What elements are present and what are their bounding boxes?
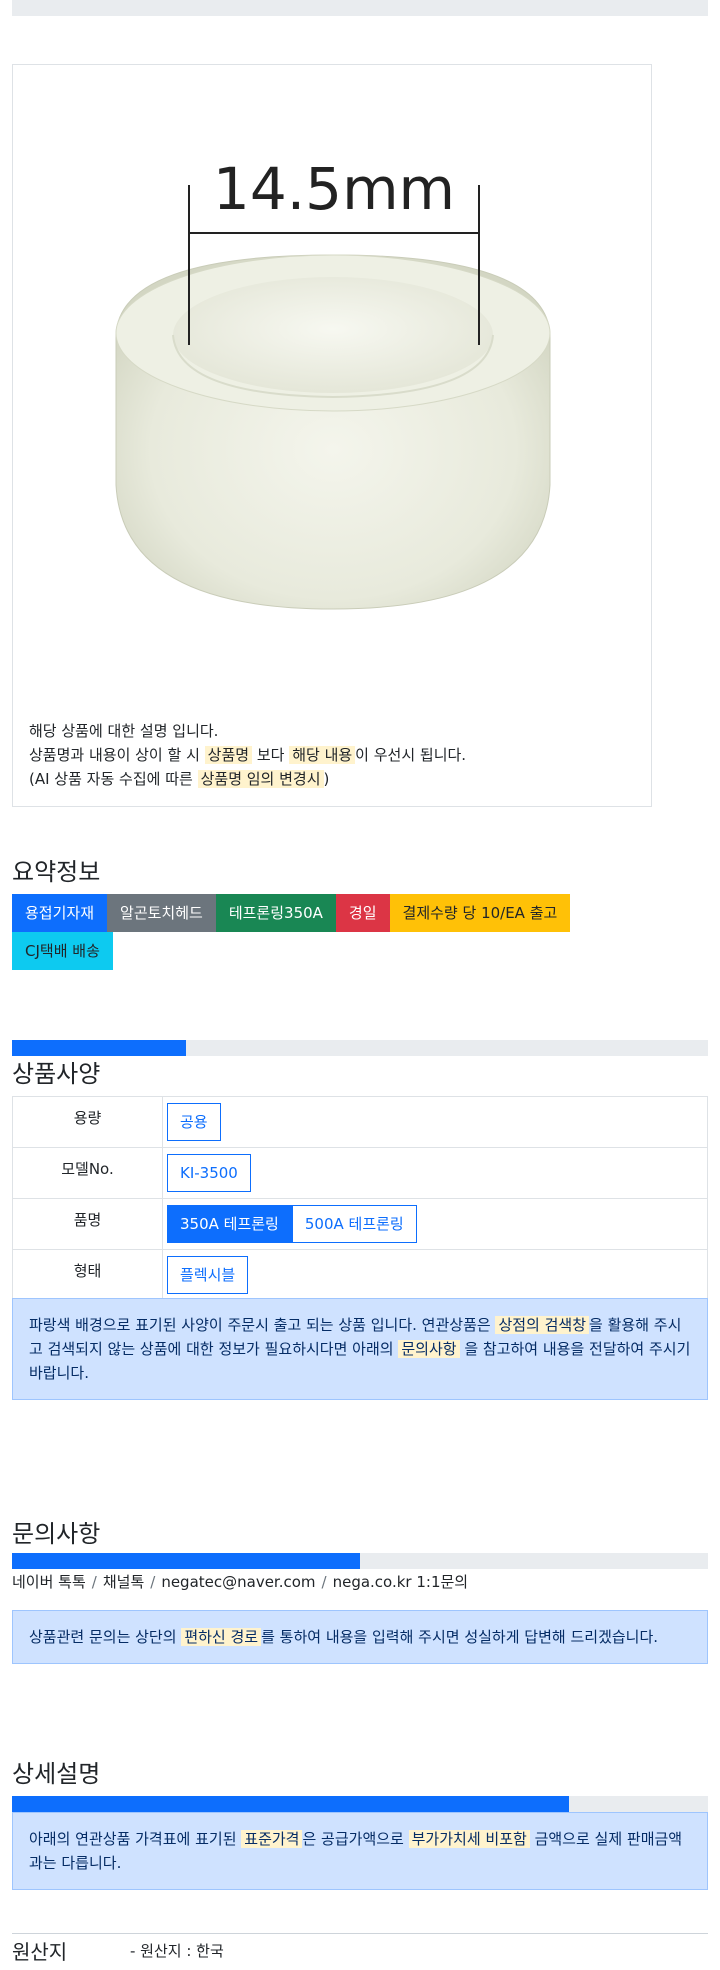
inquiry-channel-link[interactable]: negatec@naver.com: [161, 1573, 315, 1591]
detail-progress-bar: [12, 1796, 708, 1812]
spec-row: 품명 350A 테프론링 500A 테프론링: [12, 1198, 708, 1250]
origin-title: 원산지: [12, 1940, 68, 1964]
top-progress-bar: [12, 0, 708, 16]
inquiry-progress-bar: [12, 1553, 708, 1569]
description-line-2: 상품명과 내용이 상이 할 시 상품명 보다 해당 내용 이 우선시 됩니다.: [29, 746, 467, 764]
spec-row: 형태 플렉시블: [12, 1249, 708, 1301]
summary-badge: 테프론링350A: [215, 894, 336, 932]
inquiry-channel-link[interactable]: 네이버 톡톡: [12, 1573, 86, 1591]
detail-title: 상세설명: [12, 1760, 101, 1788]
spec-options: 플렉시블: [162, 1249, 708, 1301]
spec-key: 품명: [12, 1198, 163, 1250]
inquiry-title: 문의사항: [12, 1520, 101, 1548]
channel-separator: /: [150, 1573, 156, 1591]
origin-value: - 원산지 : 한국: [130, 1942, 224, 1960]
spec-options: 공용: [162, 1096, 708, 1148]
inquiry-channel-link[interactable]: 채널톡: [103, 1573, 144, 1591]
summary-badge: 경일: [335, 894, 390, 932]
description-line-3: (AI 상품 자동 수집에 따른 상품명 임의 변경시): [29, 770, 330, 788]
spec-key: 모델No.: [12, 1147, 163, 1199]
summary-badge: 결제수량 당 10/EA 출고: [389, 894, 571, 932]
spec-option-button[interactable]: 플렉시블: [167, 1256, 249, 1294]
channel-separator: /: [321, 1573, 327, 1591]
spec-row: 모델No. KI-3500: [12, 1147, 708, 1199]
dimension-label: 14.5mm: [213, 155, 455, 223]
summary-badge: 알곤토치헤드: [107, 894, 216, 932]
summary-badge: 용접기자재: [12, 894, 108, 932]
spec-options: 350A 테프론링 500A 테프론링: [162, 1198, 708, 1250]
spec-options: KI-3500: [162, 1147, 708, 1199]
channel-separator: /: [91, 1573, 97, 1591]
origin-divider: [12, 1933, 708, 1934]
product-image-card: 14.5mm 해당 상품에 대한 설명 입니다. 상품명과 내용이 상이 할 시…: [12, 64, 652, 807]
spec-option-button[interactable]: 공용: [167, 1103, 221, 1141]
summary-badges: 용접기자재 알곤토치헤드 테프론링350A 경일 결제수량 당 10/EA 출고 CJ택배…: [12, 894, 652, 970]
spec-key: 형태: [12, 1249, 163, 1301]
spec-progress-bar: [12, 1040, 708, 1056]
description-line-1: 해당 상품에 대한 설명 입니다.: [29, 722, 219, 740]
summary-badge: CJ택배 배송: [12, 932, 113, 970]
spec-title: 상품사양: [12, 1060, 101, 1088]
spec-key: 용량: [12, 1096, 163, 1148]
spec-option-button[interactable]: 350A 테프론링: [167, 1205, 292, 1243]
detail-notice: 아래의 연관상품 가격표에 표기된 표준가격 은 공급가액으로 부가가치세 비포함…: [12, 1812, 708, 1890]
spec-option-button[interactable]: KI-3500: [167, 1154, 251, 1192]
spec-row: 용량 공용: [12, 1096, 708, 1148]
spec-notice: 파랑색 배경으로 표기된 사양이 주문시 출고 되는 상품 입니다. 연관상품은…: [12, 1298, 708, 1400]
spec-table: 용량 공용 모델No. KI-3500 품명 350A 테프론링 500A 테프론링 형태 플렉…: [12, 1096, 708, 1301]
product-image: 14.5mm: [115, 155, 551, 610]
product-description: 해당 상품에 대한 설명 입니다. 상품명과 내용이 상이 할 시 상품명 보다…: [29, 719, 466, 791]
summary-title: 요약정보: [12, 858, 101, 886]
inquiry-channel-link[interactable]: nega.co.kr 1:1문의: [333, 1573, 469, 1591]
inquiry-notice: 상품관련 문의는 상단의 편하신 경로 를 통하여 내용을 입력해 주시면 성실하…: [12, 1610, 708, 1664]
inquiry-channels: 네이버 톡톡 / 채널톡 / negatec@naver.com / nega.co.kr …: [12, 1571, 468, 1592]
spec-option-button[interactable]: 500A 테프론링: [291, 1205, 417, 1243]
